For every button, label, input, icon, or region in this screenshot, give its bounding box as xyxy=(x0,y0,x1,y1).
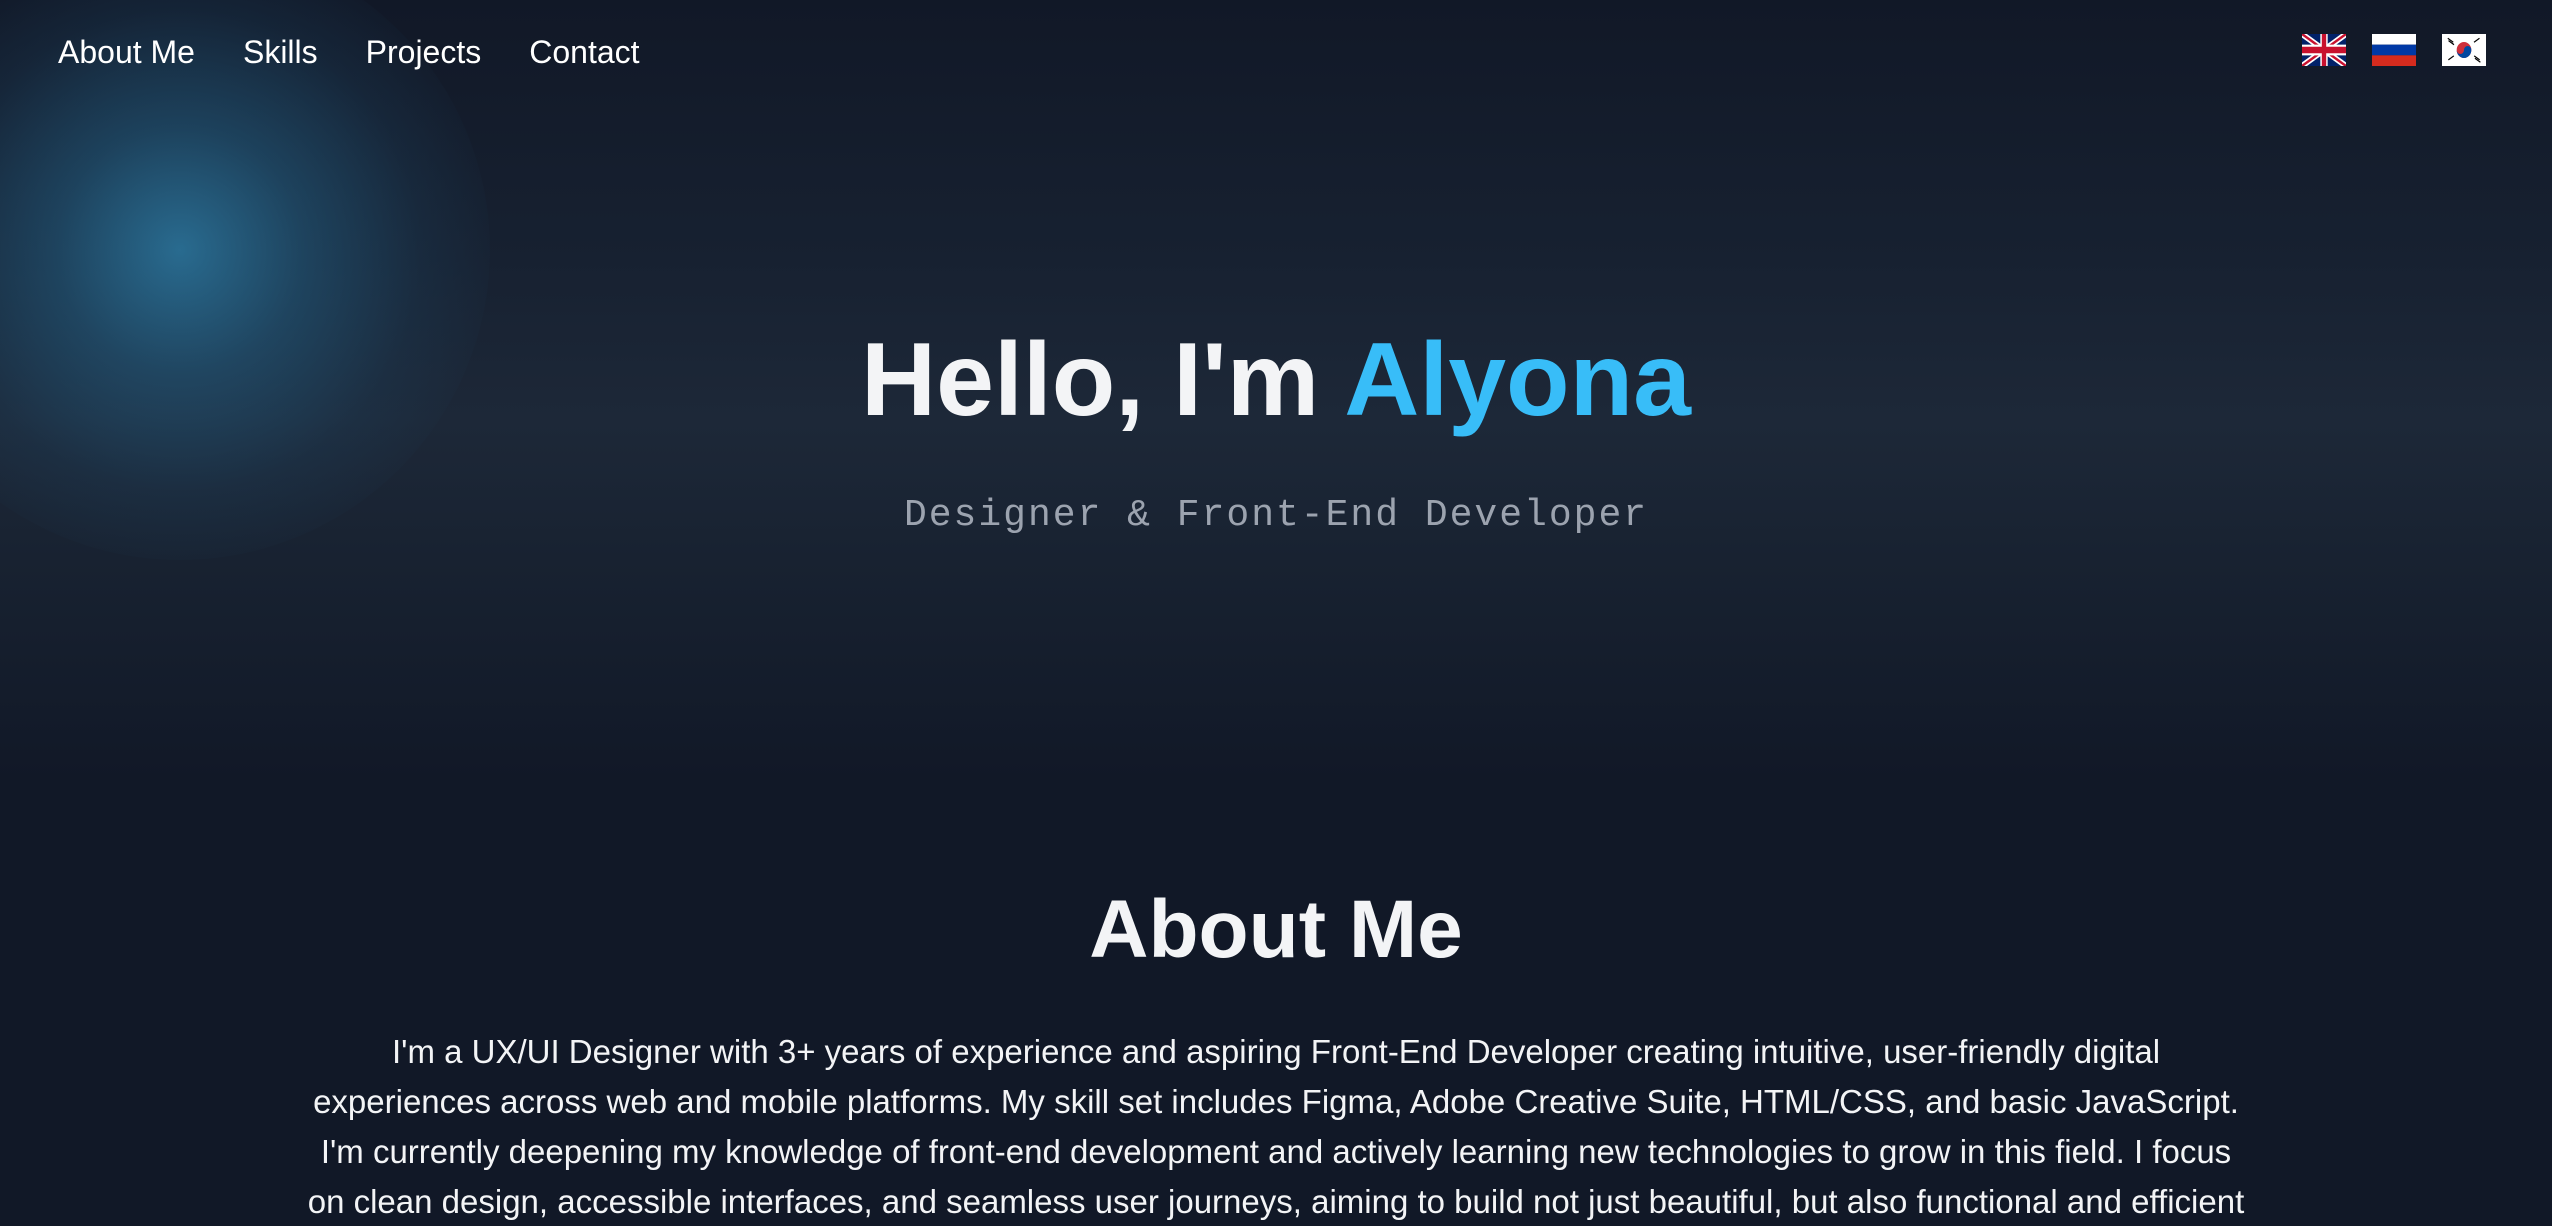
hero-subtitle: Designer & Front-End Developer xyxy=(903,494,1649,537)
nav-link-skills[interactable]: Skills xyxy=(243,30,318,74)
language-switcher xyxy=(2302,34,2486,66)
nav-link-about-me[interactable]: About Me xyxy=(58,30,195,74)
uk-flag-icon[interactable] xyxy=(2302,34,2346,66)
nav-link-contact[interactable]: Contact xyxy=(529,30,639,74)
south-korea-flag-icon[interactable] xyxy=(2442,34,2486,66)
hero-greeting: Hello, I'm xyxy=(861,322,1345,438)
about-text: I'm a UX/UI Designer with 3+ years of ex… xyxy=(307,1033,2245,1220)
page: About Me Skills Projects Contact Hello, … xyxy=(0,0,2552,1226)
main-nav: About Me Skills Projects Contact xyxy=(58,30,640,74)
about-title: About Me xyxy=(1089,884,1463,975)
russia-flag-icon[interactable] xyxy=(2372,34,2416,66)
hero-name: Alyona xyxy=(1344,322,1691,438)
hero-title: Hello, I'm Alyona xyxy=(0,320,2552,440)
nav-link-projects[interactable]: Projects xyxy=(366,30,482,74)
